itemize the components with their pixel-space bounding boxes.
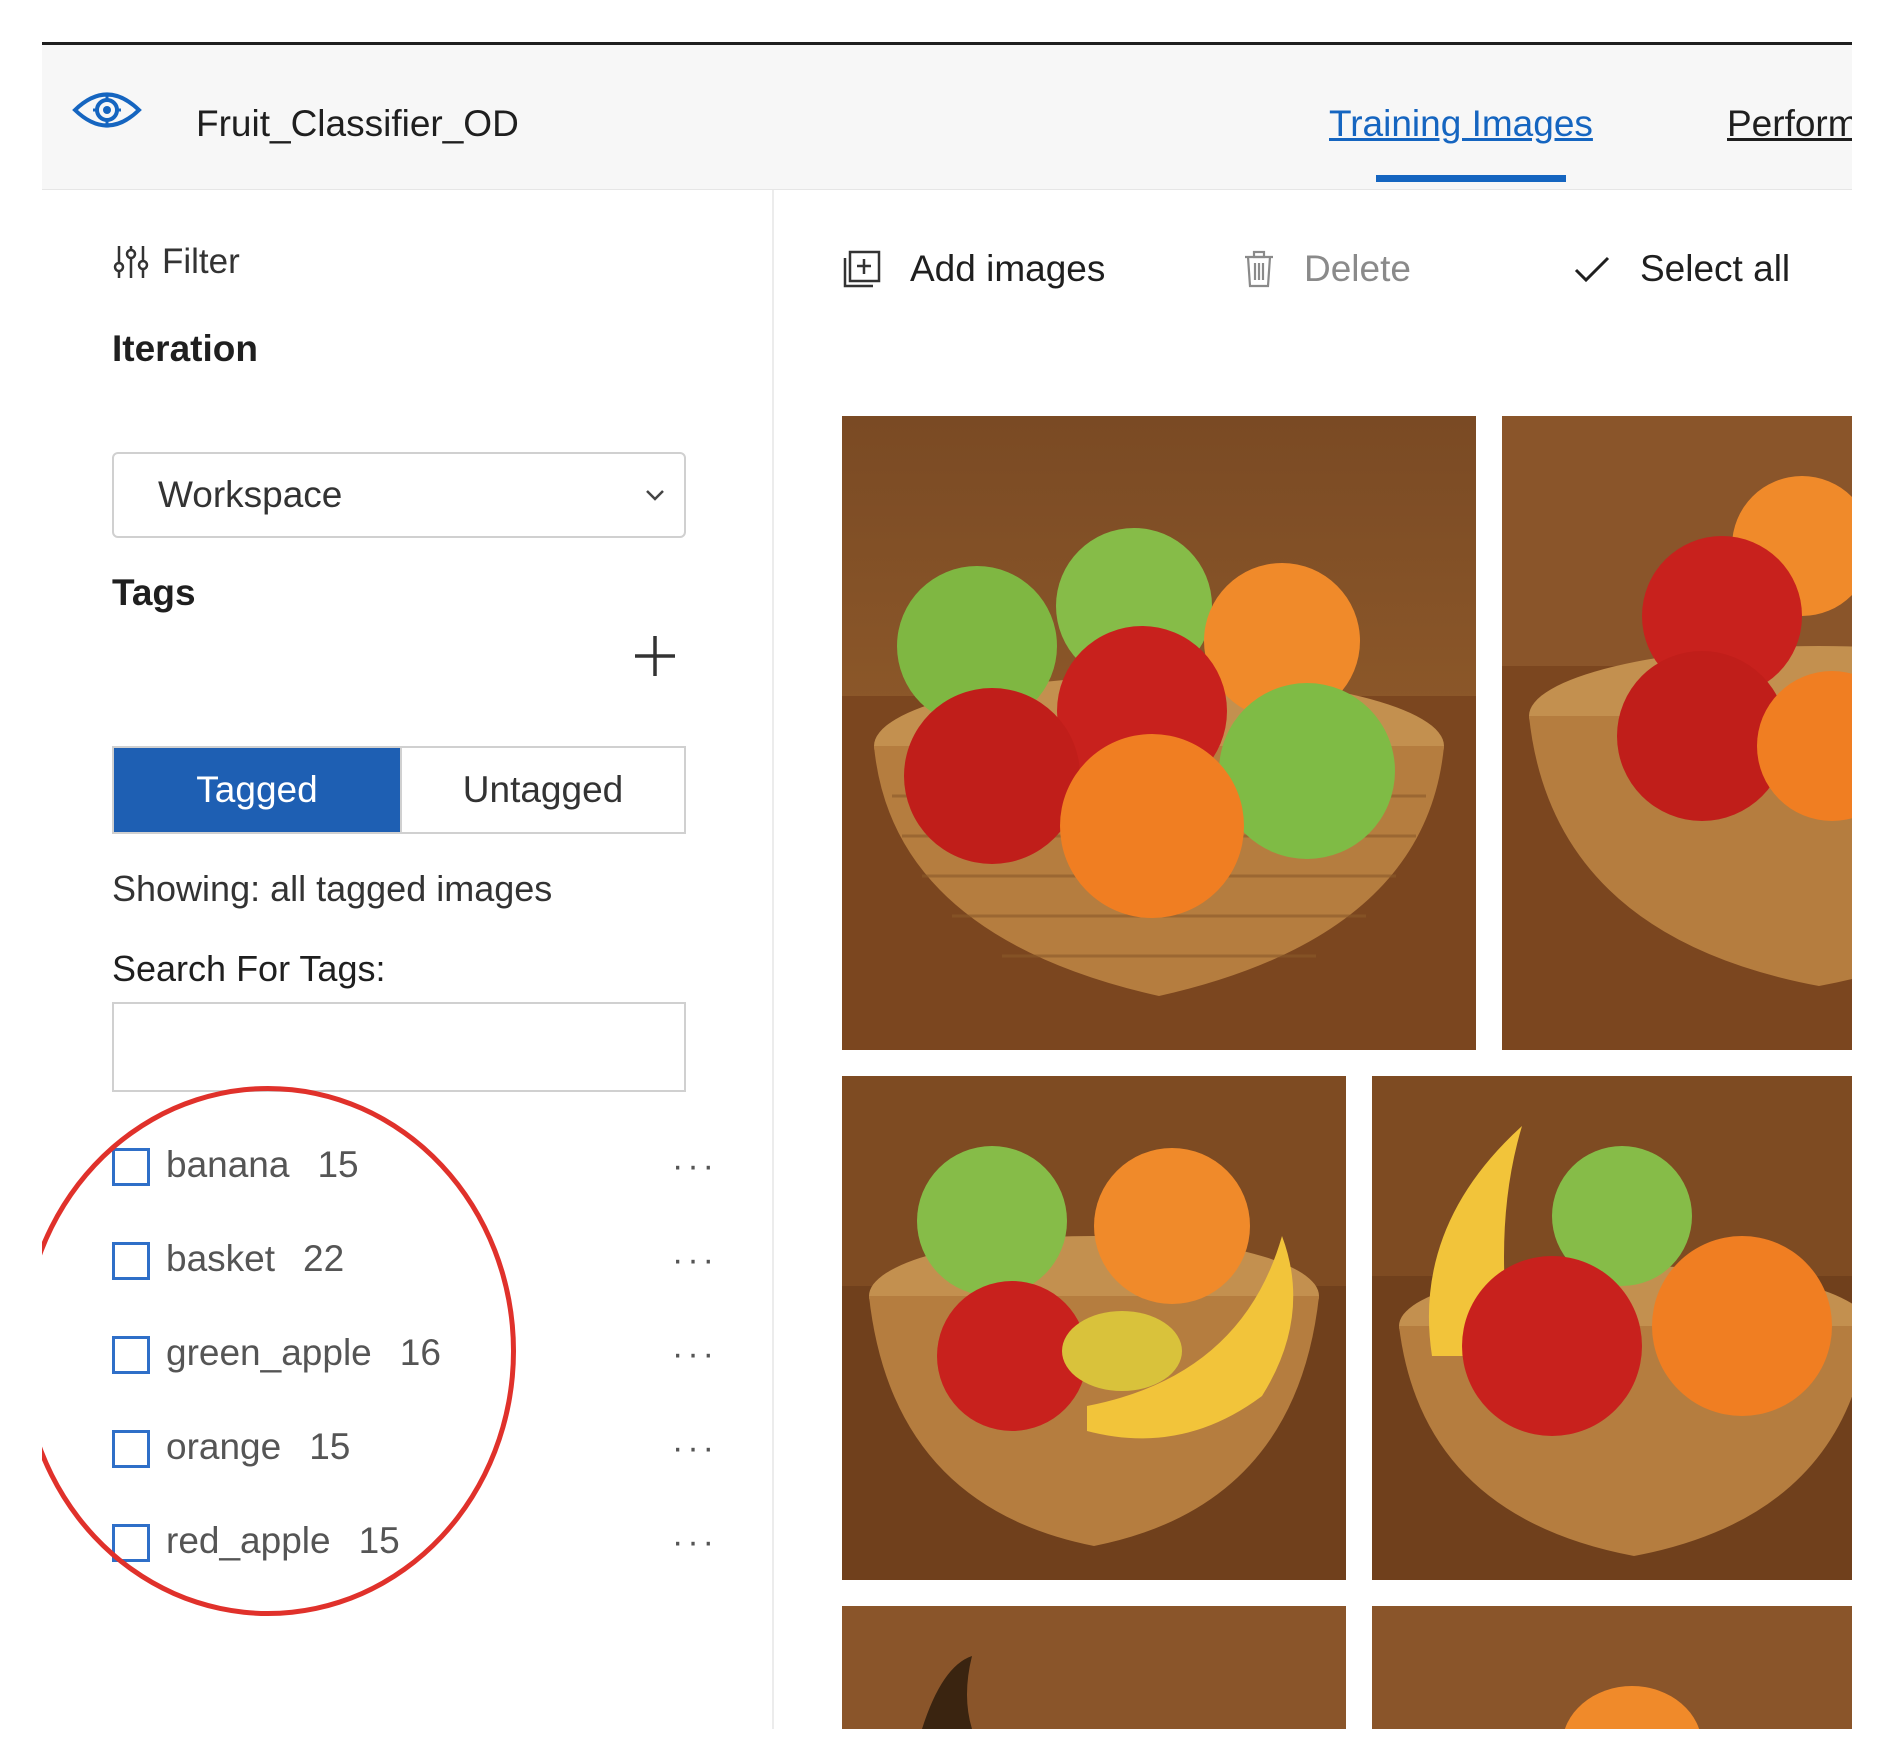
fruit-basket-image — [1502, 416, 1852, 1050]
tag-checkbox[interactable] — [112, 1430, 150, 1468]
panel-divider — [772, 190, 774, 1729]
tag-count: 16 — [399, 1332, 441, 1373]
delete-label: Delete — [1304, 248, 1411, 289]
training-image-thumbnail[interactable] — [1372, 1076, 1852, 1580]
tag-row-basket: basket 22 ··· — [112, 1232, 732, 1288]
tag-row-red-apple: red_apple 15 ··· — [112, 1514, 732, 1570]
more-options-icon[interactable]: ··· — [672, 1138, 718, 1194]
training-image-thumbnail[interactable] — [842, 416, 1476, 1050]
tag-label: banana 15 — [166, 1144, 359, 1186]
tag-name: red_apple — [166, 1520, 331, 1561]
more-options-icon[interactable]: ··· — [672, 1420, 718, 1476]
showing-status: Showing: all tagged images — [112, 868, 553, 909]
tag-row-green-apple: green_apple 16 ··· — [112, 1326, 732, 1382]
chevron-down-icon — [646, 490, 664, 501]
fruit-basket-image — [1372, 1076, 1852, 1580]
add-images-button[interactable]: Add images — [842, 248, 1105, 290]
project-name: Fruit_Classifier_OD — [196, 103, 519, 144]
more-options-icon[interactable]: ··· — [672, 1232, 718, 1288]
tag-name: green_apple — [166, 1332, 372, 1373]
training-image-thumbnail[interactable] — [1372, 1606, 1852, 1729]
header-bar: Fruit_Classifier_OD Training Images Perf… — [42, 45, 1852, 190]
active-tab-indicator — [1376, 175, 1566, 182]
fruit-basket-image — [1372, 1606, 1852, 1729]
add-tag-plus-icon[interactable] — [632, 633, 678, 679]
training-image-thumbnail[interactable] — [842, 1606, 1346, 1729]
search-tags-input[interactable] — [112, 1002, 686, 1092]
tag-checkbox[interactable] — [112, 1242, 150, 1280]
toggle-untagged[interactable]: Untagged — [400, 748, 684, 832]
select-all-label: Select all — [1640, 248, 1791, 289]
tags-title: Tags — [112, 572, 196, 613]
filter-label: Filter — [162, 242, 240, 281]
eye-icon — [72, 92, 142, 128]
tag-label: green_apple 16 — [166, 1332, 441, 1374]
iteration-title: Iteration — [112, 328, 258, 369]
tag-label: orange 15 — [166, 1426, 350, 1468]
delete-button[interactable]: Delete — [1242, 248, 1411, 290]
tag-checkbox[interactable] — [112, 1524, 150, 1562]
tag-count: 15 — [309, 1426, 351, 1467]
tag-checkbox[interactable] — [112, 1148, 150, 1186]
training-image-thumbnail[interactable] — [1502, 416, 1852, 1050]
tag-label: basket 22 — [166, 1238, 344, 1280]
more-options-icon[interactable]: ··· — [672, 1326, 718, 1382]
checkmark-icon — [1574, 256, 1610, 283]
tag-label: red_apple 15 — [166, 1520, 400, 1562]
tag-checkbox[interactable] — [112, 1336, 150, 1374]
app-frame: Fruit_Classifier_OD Training Images Perf… — [42, 42, 1852, 1729]
add-image-icon — [843, 250, 881, 288]
tag-name: banana — [166, 1144, 290, 1185]
tag-name: orange — [166, 1426, 282, 1467]
select-all-button[interactable]: Select all — [1572, 248, 1790, 290]
tag-count: 22 — [303, 1238, 345, 1279]
iteration-dropdown[interactable]: Workspace — [112, 452, 686, 538]
toggle-tagged[interactable]: Tagged — [114, 748, 400, 832]
tagged-untagged-toggle: Tagged Untagged — [112, 746, 686, 834]
training-image-thumbnail[interactable] — [842, 1076, 1346, 1580]
iteration-value: Workspace — [158, 474, 343, 515]
more-options-icon[interactable]: ··· — [672, 1514, 718, 1570]
tag-name: basket — [166, 1238, 276, 1279]
fruit-basket-image — [842, 1606, 1346, 1729]
tag-count: 15 — [317, 1144, 359, 1185]
trash-icon — [1245, 250, 1273, 288]
fruit-basket-image — [842, 416, 1476, 1050]
sidebar: Filter Iteration Workspace Tags Tagged U… — [42, 190, 772, 1729]
filter-sliders-icon — [113, 246, 149, 278]
add-images-label: Add images — [910, 248, 1106, 289]
tab-training-images[interactable]: Training Images — [1329, 103, 1593, 145]
fruit-basket-image — [842, 1076, 1346, 1580]
tab-performance[interactable]: Perform — [1727, 103, 1852, 145]
search-tags-label: Search For Tags: — [112, 948, 386, 989]
tag-count: 15 — [358, 1520, 400, 1561]
tag-row-orange: orange 15 ··· — [112, 1420, 732, 1476]
filter-button[interactable]: Filter — [112, 242, 240, 282]
tag-row-banana: banana 15 ··· — [112, 1138, 732, 1194]
